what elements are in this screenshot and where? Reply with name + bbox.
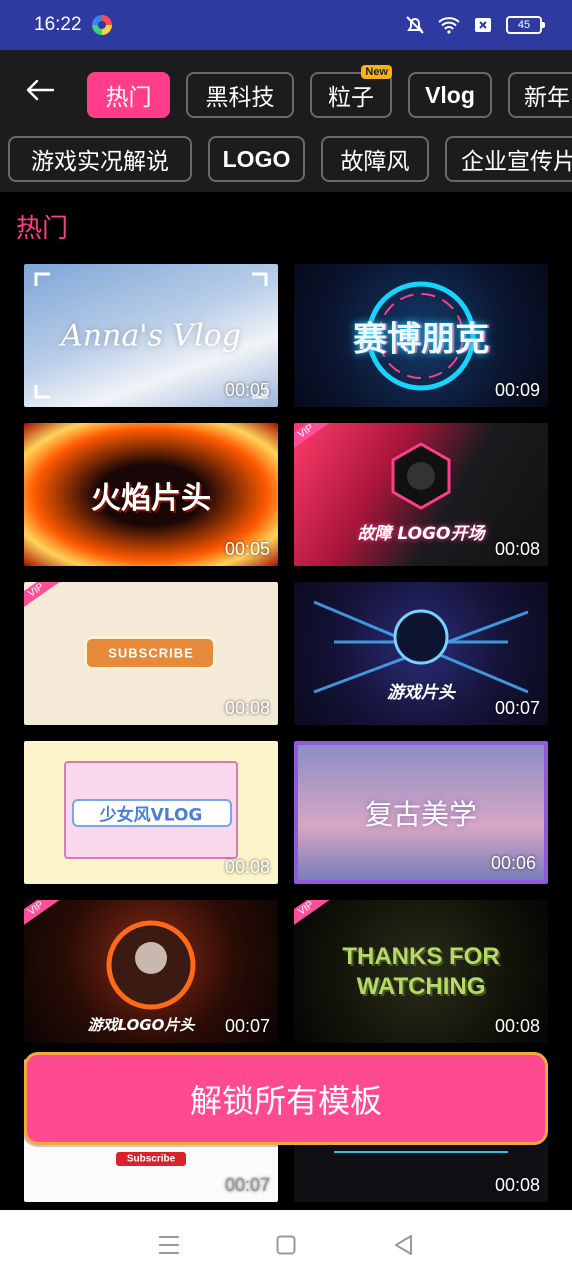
tab-particle[interactable]: 粒子 New bbox=[310, 65, 392, 118]
tab-black-tech[interactable]: 黑科技 bbox=[186, 72, 294, 118]
vip-badge: VIP bbox=[24, 900, 63, 930]
template-art: SUBSCRIBE bbox=[108, 645, 194, 661]
template-duration: 00:07 bbox=[494, 698, 540, 718]
template-art: 火焰片头 bbox=[91, 480, 211, 516]
template-card[interactable]: 赛博朋克 00:09 bbox=[294, 264, 548, 407]
tab-label: 企业宣传片 bbox=[461, 149, 572, 175]
tab-new-year[interactable]: 新年 bbox=[508, 72, 572, 118]
home-square-icon bbox=[276, 1235, 296, 1255]
tab-label: 粒子 bbox=[328, 85, 374, 111]
template-duration: 00:08 bbox=[224, 857, 270, 877]
home-button[interactable] bbox=[266, 1225, 306, 1265]
status-bar: 16:22 45 bbox=[0, 0, 572, 50]
template-duration: 00:08 bbox=[494, 1016, 540, 1036]
vip-badge: VIP bbox=[24, 582, 63, 612]
template-card[interactable]: Anna's Vlog 00:05 bbox=[24, 264, 278, 407]
template-duration: 00:08 bbox=[494, 539, 540, 559]
wifi-icon bbox=[438, 15, 460, 35]
tab-label: Vlog bbox=[425, 81, 475, 108]
back-triangle-icon bbox=[395, 1235, 413, 1255]
template-card[interactable]: 复古美学 00:06 bbox=[294, 741, 548, 884]
status-icons: 45 bbox=[404, 15, 545, 35]
template-duration: 00:08 bbox=[224, 698, 270, 718]
avatar-ring-icon bbox=[106, 920, 196, 1010]
hexagon-logo-icon bbox=[391, 442, 451, 510]
tab-vlog[interactable]: Vlog bbox=[408, 72, 492, 118]
template-duration: 00:07 bbox=[224, 1175, 270, 1195]
template-duration: 00:08 bbox=[494, 1175, 540, 1195]
status-time: 16:22 bbox=[34, 14, 82, 35]
template-card[interactable]: 火焰片头 00:05 bbox=[24, 423, 278, 566]
menu-icon bbox=[158, 1236, 179, 1254]
template-card[interactable]: 少女风VLOG 00:08 bbox=[24, 741, 278, 884]
menu-button[interactable] bbox=[149, 1225, 189, 1265]
template-duration: 00:05 bbox=[224, 539, 270, 559]
vip-badge: VIP bbox=[294, 900, 333, 930]
tab-glitch[interactable]: 故障风 bbox=[321, 136, 429, 182]
template-art: THANKS FOR WATCHING bbox=[342, 942, 500, 1000]
section-title: 热门 bbox=[16, 214, 69, 244]
template-card[interactable]: 游戏片头 00:07 bbox=[294, 582, 548, 725]
tab-label: 游戏实况解说 bbox=[31, 149, 169, 175]
tab-label: 热门 bbox=[105, 85, 152, 111]
unlock-all-templates-button[interactable]: 解锁所有模板 bbox=[24, 1052, 548, 1145]
template-card[interactable]: VIP SUBSCRIBE 00:08 bbox=[24, 582, 278, 725]
app-icon bbox=[91, 15, 112, 35]
battery-icon: 45 bbox=[506, 16, 545, 34]
mute-icon bbox=[404, 15, 426, 35]
arrow-left-icon bbox=[26, 79, 55, 101]
vip-badge: VIP bbox=[294, 423, 333, 453]
template-card[interactable]: VIP THANKS FOR WATCHING 00:08 bbox=[294, 900, 548, 1043]
tab-label: 新年 bbox=[524, 85, 570, 111]
template-duration: 00:07 bbox=[224, 1016, 270, 1036]
category-header: 热门 黑科技 粒子 New Vlog 新年 游戏实况解说 LOGO 故障风 企业宣… bbox=[0, 50, 572, 192]
tab-hot[interactable]: 热门 bbox=[87, 72, 170, 118]
tab-label: 故障风 bbox=[340, 149, 410, 175]
template-art: 少女风VLOG bbox=[99, 805, 203, 826]
system-nav-bar bbox=[0, 1210, 572, 1280]
template-card[interactable]: VIP 故障 LOGO开场 00:08 bbox=[294, 423, 548, 566]
tab-game-commentary[interactable]: 游戏实况解说 bbox=[8, 136, 192, 182]
new-badge: New bbox=[361, 65, 392, 79]
tab-logo[interactable]: LOGO bbox=[208, 136, 305, 182]
template-art: Subscribe bbox=[126, 1153, 176, 1165]
template-art: 复古美学 bbox=[364, 797, 477, 831]
glitch-line bbox=[334, 1151, 508, 1161]
tab-label: 黑科技 bbox=[205, 85, 275, 111]
tab-corporate[interactable]: 企业宣传片 bbox=[445, 136, 572, 182]
template-duration: 00:09 bbox=[494, 380, 540, 400]
tab-label: LOGO bbox=[222, 145, 291, 172]
template-art: 赛博朋克 bbox=[353, 319, 489, 359]
back-nav-button[interactable] bbox=[383, 1225, 423, 1265]
sim-off-icon bbox=[472, 15, 494, 35]
template-card[interactable]: VIP 游戏LOGO片头 00:07 bbox=[24, 900, 278, 1043]
unlock-label: 解锁所有模板 bbox=[189, 1081, 382, 1120]
template-duration: 00:06 bbox=[490, 853, 536, 873]
template-duration: 00:05 bbox=[224, 380, 270, 400]
back-button[interactable] bbox=[22, 72, 58, 108]
